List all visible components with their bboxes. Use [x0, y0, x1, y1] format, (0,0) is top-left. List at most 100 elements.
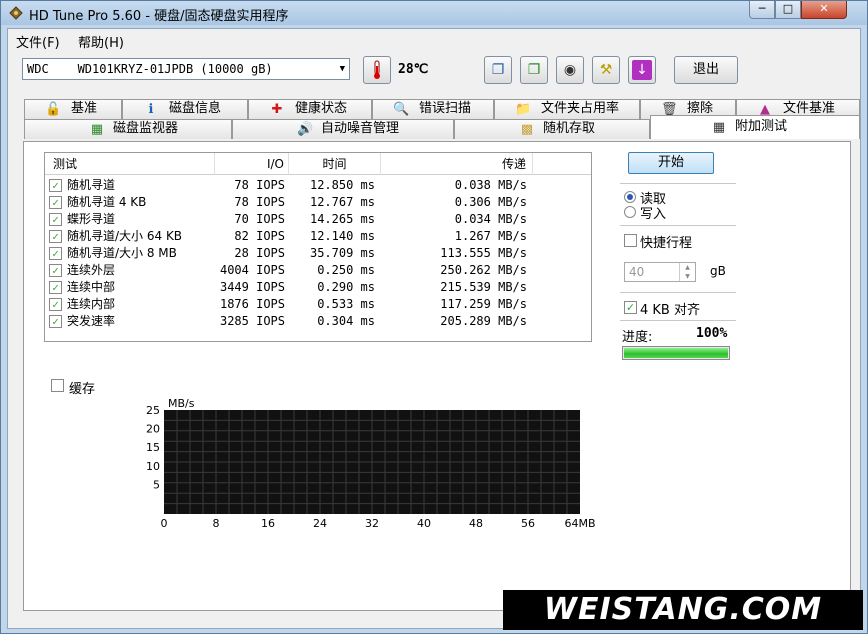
write-radio[interactable]	[624, 206, 636, 218]
tab-health-cross[interactable]: ✚ 健康状态	[248, 99, 372, 119]
cell-name: 随机寻道	[67, 178, 116, 192]
row-checkbox[interactable]: ✓	[49, 179, 62, 192]
gauge-icon: 🔓	[45, 102, 62, 117]
x-tick-label: 8	[213, 517, 220, 528]
copy-all-icon: ❐	[527, 62, 541, 78]
tab-random-grid[interactable]: ▩ 随机存取	[454, 119, 650, 139]
cell-io: 82 IOPS	[234, 229, 285, 243]
align-4kb-checkbox[interactable]: ✓	[624, 301, 637, 314]
row-checkbox[interactable]: ✓	[49, 281, 62, 294]
tab-label: 健康状态	[295, 101, 348, 116]
header-transfer[interactable]: 传递	[381, 153, 533, 175]
y-tick-label: 5	[153, 478, 160, 491]
quick-stroke-checkbox[interactable]	[624, 234, 637, 247]
quick-stroke-unit: gB	[710, 264, 726, 278]
table-row[interactable]: ✓ 随机寻道 4 KB 78 IOPS 12.767 ms 0.306 MB/s	[45, 194, 591, 211]
header-time[interactable]: 时间	[289, 153, 381, 175]
save-button[interactable]: ↓	[628, 56, 656, 84]
table-row[interactable]: ✓ 连续外层 4004 IOPS 0.250 ms 250.262 MB/s	[45, 262, 591, 279]
table-row[interactable]: ✓ 随机寻道 78 IOPS 12.850 ms 0.038 MB/s	[45, 177, 591, 194]
copy-text-button[interactable]: ❐	[484, 56, 512, 84]
close-button[interactable]: ✕	[801, 1, 847, 19]
transfer-chart: MB/s 25 20 15 10 5 0 8 16 24 32 40 48 56 64MB	[146, 398, 596, 528]
extra-tests-panel: 测试 I/O 时间 传递 ✓ 随机寻道 78 IOPS 12.850 ms 0.038 …	[23, 141, 851, 611]
x-tick-label: 32	[365, 517, 379, 528]
table-row[interactable]: ✓ 随机寻道/大小 64 KB 82 IOPS 12.140 ms 1.267 MB/s	[45, 228, 591, 245]
cell-transfer: 250.262 MB/s	[440, 263, 527, 277]
exit-button[interactable]: 退出	[674, 56, 738, 84]
cell-transfer: 0.306 MB/s	[454, 195, 527, 209]
spin-up-icon[interactable]: ▲	[679, 263, 695, 272]
x-tick-label: 40	[417, 517, 431, 528]
cell-transfer: 0.034 MB/s	[454, 212, 527, 226]
divider	[620, 183, 736, 184]
tab-extra-tests[interactable]: ▦ 附加测试	[650, 115, 860, 139]
copy-all-button[interactable]: ❐	[520, 56, 548, 84]
tab-monitor-chart[interactable]: ▦ 磁盘监视器	[24, 119, 232, 139]
tab-gauge[interactable]: 🔓 基准	[24, 99, 122, 119]
y-tick-label: 10	[146, 460, 160, 473]
read-radio[interactable]	[624, 191, 636, 203]
cell-io: 3285 IOPS	[219, 314, 285, 328]
x-tick-label: 16	[261, 517, 275, 528]
table-row[interactable]: ✓ 蝶形寻道 70 IOPS 14.265 ms 0.034 MB/s	[45, 211, 591, 228]
title-bar[interactable]: HD Tune Pro 5.60 - 硬盘/固态硬盘实用程序 ─ □ ✕	[1, 1, 867, 25]
progress-value: 100%	[696, 326, 728, 341]
watermark-logo: WEISTANG.COM	[503, 590, 863, 630]
tab-label: 磁盘监视器	[113, 121, 179, 136]
table-row[interactable]: ✓ 连续内部 1876 IOPS 0.533 ms 117.259 MB/s	[45, 296, 591, 313]
row-checkbox[interactable]: ✓	[49, 213, 62, 226]
table-row[interactable]: ✓ 随机寻道/大小 8 MB 28 IOPS 35.709 ms 113.555 MB/…	[45, 245, 591, 262]
results-table: 测试 I/O 时间 传递 ✓ 随机寻道 78 IOPS 12.850 ms 0.038 …	[44, 152, 592, 342]
cell-name: 突发速率	[67, 314, 116, 328]
table-row[interactable]: ✓ 连续中部 3449 IOPS 0.290 ms 215.539 MB/s	[45, 279, 591, 296]
align-4kb-label: 4 KB 对齐	[640, 303, 700, 318]
tab-folder[interactable]: 📁 文件夹占用率	[494, 99, 640, 119]
tab-magnifier[interactable]: 🔍 错误扫描	[372, 99, 494, 119]
menu-help[interactable]: 帮助(H)	[78, 32, 124, 51]
spin-down-icon[interactable]: ▼	[679, 272, 695, 281]
cell-time: 0.290 ms	[317, 280, 375, 294]
cell-time: 0.250 ms	[317, 263, 375, 277]
quick-stroke-label: 快捷行程	[640, 236, 693, 251]
row-checkbox[interactable]: ✓	[49, 247, 62, 260]
tab-info[interactable]: ℹ 磁盘信息	[122, 99, 248, 119]
cell-name: 随机寻道 4 KB	[67, 195, 147, 209]
start-button[interactable]: 开始	[628, 152, 714, 174]
camera-icon: ◉	[563, 62, 577, 78]
options-button[interactable]: ⚒	[592, 56, 620, 84]
row-checkbox[interactable]: ✓	[49, 315, 62, 328]
app-window: HD Tune Pro 5.60 - 硬盘/固态硬盘实用程序 ─ □ ✕ 文件(…	[0, 0, 868, 634]
temperature-value: 28℃	[398, 62, 429, 77]
chart-unit-label: MB/s	[168, 398, 195, 410]
temperature-button[interactable]	[363, 56, 391, 84]
menu-file[interactable]: 文件(F)	[16, 32, 60, 51]
chart-x-axis: 0 8 16 24 32 40 48 56 64MB	[161, 517, 596, 528]
row-checkbox[interactable]: ✓	[49, 230, 62, 243]
screenshot-button[interactable]: ◉	[556, 56, 584, 84]
minimize-button[interactable]: ─	[749, 1, 775, 19]
chevron-down-icon: ▼	[339, 64, 345, 74]
quick-stroke-input[interactable]: 40 ▲ ▼	[624, 262, 696, 282]
quick-stroke-value: 40	[629, 265, 645, 279]
cell-name: 连续中部	[67, 280, 116, 294]
write-label: 写入	[640, 207, 667, 222]
header-test[interactable]: 测试	[45, 153, 215, 175]
table-header: 测试 I/O 时间 传递	[45, 153, 591, 175]
cell-transfer: 0.038 MB/s	[454, 178, 527, 192]
progress-fill	[624, 348, 728, 358]
row-checkbox[interactable]: ✓	[49, 196, 62, 209]
header-io[interactable]: I/O	[215, 153, 289, 175]
cell-io: 78 IOPS	[234, 195, 285, 209]
cell-time: 12.767 ms	[309, 195, 375, 209]
row-checkbox[interactable]: ✓	[49, 298, 62, 311]
speaker-icon: 🔊	[297, 122, 314, 137]
table-row[interactable]: ✓ 突发速率 3285 IOPS 0.304 ms 205.289 MB/s	[45, 313, 591, 330]
cell-transfer: 117.259 MB/s	[440, 297, 527, 311]
tab-speaker[interactable]: 🔊 自动噪音管理	[232, 119, 454, 139]
cache-checkbox[interactable]	[51, 379, 64, 392]
client-area: 文件(F) 帮助(H) WDC WD101KRYZ-01JPDB (10000 …	[7, 28, 861, 629]
drive-select[interactable]: WDC WD101KRYZ-01JPDB (10000 gB) ▼	[22, 58, 350, 80]
row-checkbox[interactable]: ✓	[49, 264, 62, 277]
maximize-button[interactable]: □	[775, 1, 801, 19]
